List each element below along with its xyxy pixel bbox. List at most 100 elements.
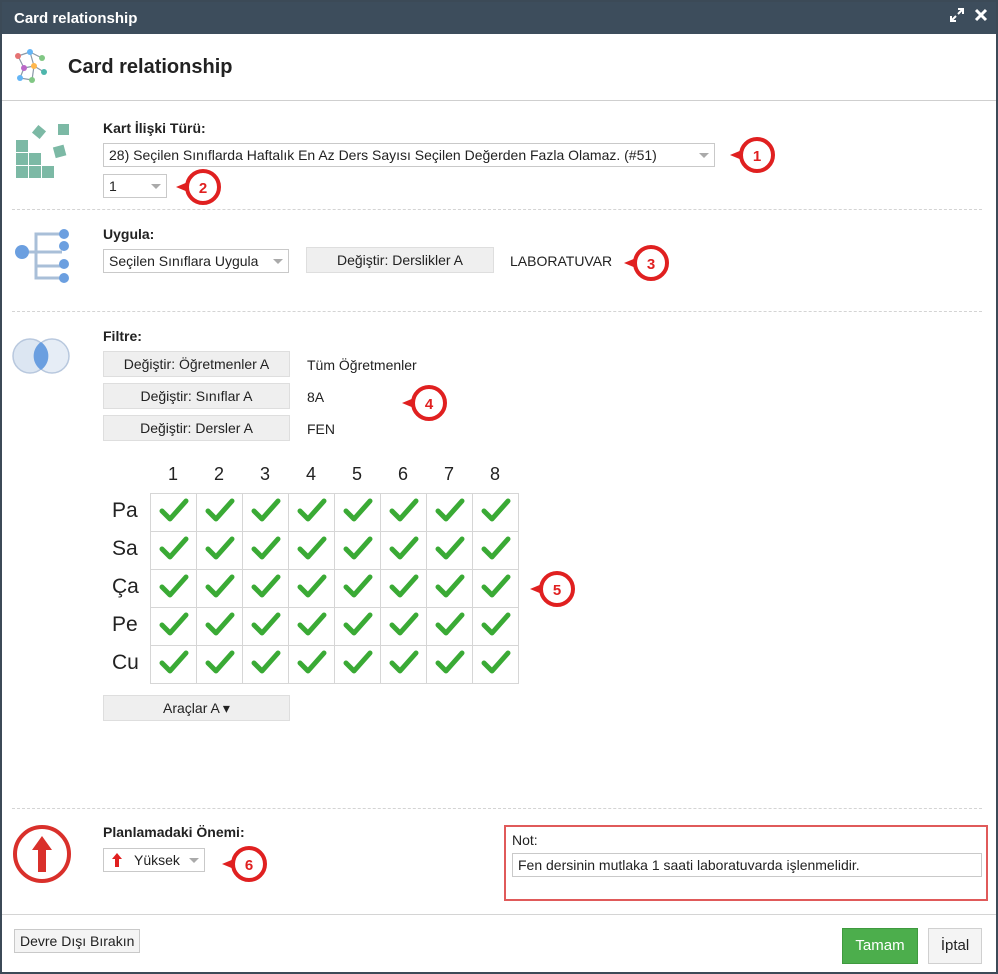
callout-badge-number: 3 — [647, 256, 655, 273]
change-rooms-button[interactable]: Değiştir: Derslikler A — [306, 247, 494, 273]
schedule-cell[interactable] — [380, 607, 427, 646]
dialog-footer — [2, 914, 996, 915]
callout-badge: 1 — [728, 136, 775, 173]
schedule-cell[interactable] — [380, 645, 427, 684]
schedule-cell[interactable] — [288, 645, 335, 684]
schedule-cell[interactable] — [334, 645, 381, 684]
callout-badge: 5 — [528, 570, 575, 607]
importance-value: Yüksek — [134, 852, 180, 868]
schedule-row — [150, 531, 519, 570]
schedule-cell[interactable] — [150, 493, 197, 532]
schedule-cell[interactable] — [196, 645, 243, 684]
change-lessons-button[interactable]: Değiştir: Dersler A — [103, 415, 290, 441]
schedule-cell[interactable] — [472, 607, 519, 646]
schedule-cell[interactable] — [426, 569, 473, 608]
relation-type-select[interactable]: 28) Seçilen Sınıflarda Haftalık En Az De… — [103, 143, 715, 167]
checkmark-icon — [343, 612, 373, 641]
column-header: 3 — [259, 464, 270, 484]
schedule-cell[interactable] — [150, 607, 197, 646]
relation-type-label: Kart İlişki Türü: — [103, 120, 206, 136]
schedule-cell[interactable] — [196, 569, 243, 608]
value-select[interactable]: 1 — [103, 174, 167, 198]
teachers-value: Tüm Öğretmenler — [307, 357, 417, 373]
schedule-cell[interactable] — [288, 569, 335, 608]
schedule-cell[interactable] — [334, 493, 381, 532]
change-classes-button[interactable]: Değiştir: Sınıflar A — [103, 383, 290, 409]
checkmark-icon — [159, 498, 189, 527]
schedule-cell[interactable] — [334, 531, 381, 570]
cancel-button[interactable]: İptal — [928, 928, 982, 964]
checkmark-icon — [297, 536, 327, 565]
apply-select[interactable]: Seçilen Sınıflara Uygula — [103, 249, 289, 273]
schedule-cell[interactable] — [242, 569, 289, 608]
note-input[interactable]: Fen dersinin mutlaka 1 saati laboratuvar… — [512, 853, 982, 877]
schedule-cell[interactable] — [380, 531, 427, 570]
callout-badge: 2 — [174, 168, 221, 205]
checkmark-icon — [389, 498, 419, 527]
schedule-cell[interactable] — [242, 607, 289, 646]
value-select-value: 1 — [109, 178, 117, 194]
checkmark-icon — [389, 574, 419, 603]
tools-button[interactable]: Araçlar A ▾ — [103, 695, 290, 721]
schedule-cell[interactable] — [334, 607, 381, 646]
checkmark-icon — [251, 650, 281, 679]
schedule-cell[interactable] — [426, 645, 473, 684]
relation-type-value: 28) Seçilen Sınıflarda Haftalık En Az De… — [109, 147, 657, 163]
column-header: 8 — [489, 464, 500, 484]
close-icon[interactable] — [974, 8, 988, 27]
ok-button[interactable]: Tamam — [842, 928, 918, 964]
schedule-cell[interactable] — [196, 493, 243, 532]
checkmark-icon — [343, 574, 373, 603]
schedule-cell[interactable] — [242, 645, 289, 684]
network-icon — [10, 46, 50, 93]
schedule-cell[interactable] — [472, 645, 519, 684]
schedule-cell[interactable] — [242, 493, 289, 532]
schedule-cell[interactable] — [426, 531, 473, 570]
schedule-cell[interactable] — [288, 531, 335, 570]
schedule-cell[interactable] — [334, 569, 381, 608]
schedule-cell[interactable] — [288, 493, 335, 532]
schedule-row — [150, 569, 519, 608]
checkmark-icon — [205, 612, 235, 641]
checkmark-icon — [251, 612, 281, 641]
callout-badge: 4 — [400, 384, 447, 421]
checkmark-icon — [389, 536, 419, 565]
room-value: LABORATUVAR — [510, 253, 613, 269]
checkmark-icon — [205, 650, 235, 679]
checkmark-icon — [481, 612, 511, 641]
disable-button[interactable]: Devre Dışı Bırakın — [14, 929, 141, 953]
checkmark-icon — [343, 498, 373, 527]
checkmark-icon — [159, 536, 189, 565]
checkmark-icon — [481, 650, 511, 679]
callout-badge-number: 2 — [199, 180, 207, 197]
checkmark-icon — [159, 650, 189, 679]
checkmark-icon — [435, 536, 465, 565]
schedule-cell[interactable] — [380, 569, 427, 608]
checkmark-icon — [481, 498, 511, 527]
schedule-cell[interactable] — [472, 493, 519, 532]
priority-up-icon — [12, 824, 72, 889]
schedule-cell[interactable] — [150, 569, 197, 608]
checkmark-icon — [481, 574, 511, 603]
change-teachers-button[interactable]: Değiştir: Öğretmenler A — [103, 351, 290, 377]
schedule-cell[interactable] — [150, 645, 197, 684]
schedule-cell[interactable] — [242, 531, 289, 570]
schedule-cell[interactable] — [426, 493, 473, 532]
schedule-cell[interactable] — [288, 607, 335, 646]
column-header: 6 — [397, 464, 408, 484]
maximize-icon[interactable] — [950, 8, 964, 27]
schedule-cell[interactable] — [380, 493, 427, 532]
schedule-cell[interactable] — [472, 531, 519, 570]
schedule-row — [150, 645, 519, 684]
checkmark-icon — [435, 612, 465, 641]
schedule-cell[interactable] — [150, 531, 197, 570]
schedule-cell[interactable] — [196, 531, 243, 570]
schedule-cell[interactable] — [472, 569, 519, 608]
schedule-cell[interactable] — [196, 607, 243, 646]
checkmark-icon — [481, 536, 511, 565]
page-title: Card relationship — [68, 56, 233, 78]
importance-select[interactable]: Yüksek — [103, 848, 205, 872]
schedule-cell[interactable] — [426, 607, 473, 646]
checkmark-icon — [297, 612, 327, 641]
importance-label: Planlamadaki Önemi: — [103, 824, 245, 840]
